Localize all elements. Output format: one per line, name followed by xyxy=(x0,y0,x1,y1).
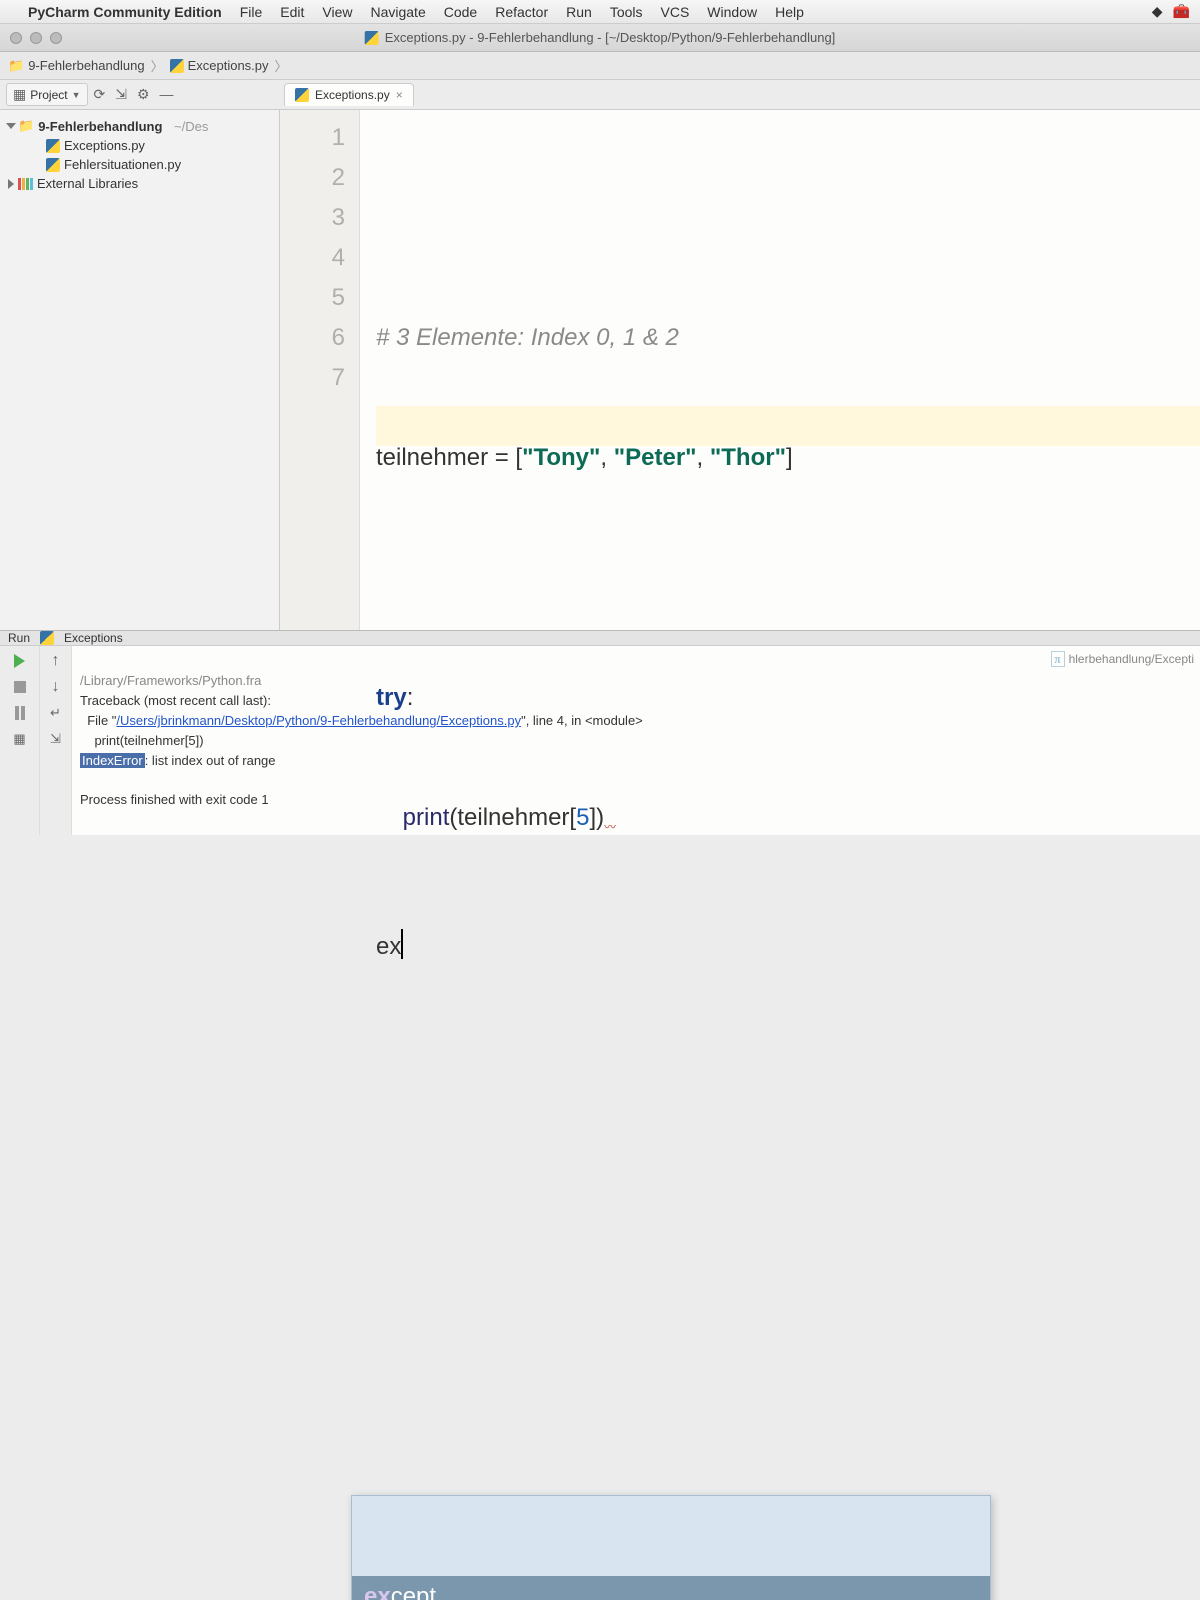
error-name: IndexError xyxy=(80,753,145,768)
chevron-down-icon: ▼ xyxy=(72,90,81,100)
export-button[interactable]: ⇲ xyxy=(47,730,65,748)
menu-run[interactable]: Run xyxy=(566,4,592,20)
breadcrumb-separator: 〉 xyxy=(275,56,288,75)
app-name[interactable]: PyCharm Community Edition xyxy=(28,4,222,20)
disclosure-icon[interactable] xyxy=(6,123,16,129)
tool-row: ▦ Project ▼ ⟳ ⇲ ⚙ — Exceptions.py × xyxy=(0,80,1200,110)
code-comment: # 3 Elemente: Index 0, 1 & 2 xyxy=(376,324,679,351)
error-squiggle-icon: 〰 xyxy=(604,820,616,834)
console-path-right: πhlerbehandlung/Excepti xyxy=(1051,650,1195,669)
line-gutter: 1 2 3 4 5 6 7 xyxy=(280,110,360,630)
disclosure-icon[interactable] xyxy=(8,179,14,189)
tree-file[interactable]: Exceptions.py xyxy=(4,136,275,155)
tree-root[interactable]: 📁 9-Fehlerbehandlung ~/Des xyxy=(4,116,275,136)
tray-icon-1[interactable]: ◆ xyxy=(1152,3,1163,20)
window-title: Exceptions.py - 9-Fehlerbehandlung - [~/… xyxy=(385,30,836,45)
folder-icon: 📁 xyxy=(18,118,34,134)
breadcrumb-separator: 〉 xyxy=(151,56,164,75)
menu-file[interactable]: File xyxy=(240,4,263,20)
python-file-icon xyxy=(46,139,60,153)
python-file-icon xyxy=(46,158,60,172)
main-split: 📁 9-Fehlerbehandlung ~/Des Exceptions.py… xyxy=(0,110,1200,630)
breadcrumb-bar: 📁 9-Fehlerbehandlung 〉 Exceptions.py 〉 xyxy=(0,52,1200,80)
zoom-window-button[interactable] xyxy=(50,32,62,44)
menu-vcs[interactable]: VCS xyxy=(661,4,690,20)
autocomplete-popup[interactable]: except exec fexec(args, kwargs) builtins… xyxy=(351,1495,991,1600)
macos-menubar: PyCharm Community Edition File Edit View… xyxy=(0,0,1200,24)
run-tab-label[interactable]: Run xyxy=(8,631,30,645)
text-caret xyxy=(401,929,403,959)
window-titlebar: Exceptions.py - 9-Fehlerbehandlung - [~/… xyxy=(0,24,1200,52)
stop-button[interactable] xyxy=(11,678,29,696)
code-area[interactable]: # 3 Elemente: Index 0, 1 & 2 teilnehmer … xyxy=(360,110,1200,630)
hide-icon[interactable]: — xyxy=(160,86,174,103)
rerun-button[interactable] xyxy=(11,652,29,670)
menu-edit[interactable]: Edit xyxy=(280,4,304,20)
settings-icon[interactable]: ⚙ xyxy=(137,86,150,103)
tree-file[interactable]: Fehlersituationen.py xyxy=(4,155,275,174)
code-editor[interactable]: 1 2 3 4 5 6 7 # 3 Elemente: Index 0, 1 &… xyxy=(280,110,1200,630)
editor-tab[interactable]: Exceptions.py × xyxy=(284,83,414,106)
pi-icon[interactable]: π xyxy=(1051,651,1065,667)
minimize-window-button[interactable] xyxy=(30,32,42,44)
python-file-icon xyxy=(170,59,184,73)
project-tool-button[interactable]: ▦ Project ▼ xyxy=(6,83,88,106)
collapse-icon[interactable]: ⇲ xyxy=(115,86,127,103)
run-gutter: ▦ xyxy=(0,646,40,835)
tree-external-libraries[interactable]: External Libraries xyxy=(4,174,275,193)
python-file-icon xyxy=(295,88,309,102)
down-stacktrace-button[interactable]: ↓ xyxy=(47,678,65,696)
tray-icon-2[interactable]: 🧰 xyxy=(1173,3,1190,20)
folder-icon: 📁 xyxy=(8,58,24,74)
sync-icon[interactable]: ⟳ xyxy=(94,86,106,103)
menu-view[interactable]: View xyxy=(322,4,352,20)
pause-button[interactable] xyxy=(11,704,29,722)
autocomplete-item[interactable]: except xyxy=(352,1576,990,1600)
menu-refactor[interactable]: Refactor xyxy=(495,4,548,20)
close-window-button[interactable] xyxy=(10,32,22,44)
libraries-icon xyxy=(18,178,33,190)
project-icon: ▦ xyxy=(13,86,26,103)
run-gutter-2: ↑ ↓ ↵ ⇲ xyxy=(40,646,72,835)
python-file-icon xyxy=(365,31,379,45)
menu-window[interactable]: Window xyxy=(707,4,757,20)
menu-code[interactable]: Code xyxy=(444,4,477,20)
menu-help[interactable]: Help xyxy=(775,4,804,20)
run-config-name[interactable]: Exceptions xyxy=(64,631,123,645)
wrap-button[interactable]: ↵ xyxy=(47,704,65,722)
menu-tools[interactable]: Tools xyxy=(610,4,643,20)
typed-text: ex xyxy=(376,933,401,960)
menu-navigate[interactable]: Navigate xyxy=(370,4,425,20)
project-tree[interactable]: 📁 9-Fehlerbehandlung ~/Des Exceptions.py… xyxy=(0,110,280,630)
python-file-icon xyxy=(40,631,54,645)
traffic-lights xyxy=(10,32,62,44)
breadcrumb-file[interactable]: Exceptions.py xyxy=(170,58,269,73)
up-stacktrace-button[interactable]: ↑ xyxy=(47,652,65,670)
close-tab-icon[interactable]: × xyxy=(396,88,403,102)
breadcrumb-folder[interactable]: 📁 9-Fehlerbehandlung xyxy=(8,58,145,74)
layout-button[interactable]: ▦ xyxy=(11,730,29,748)
